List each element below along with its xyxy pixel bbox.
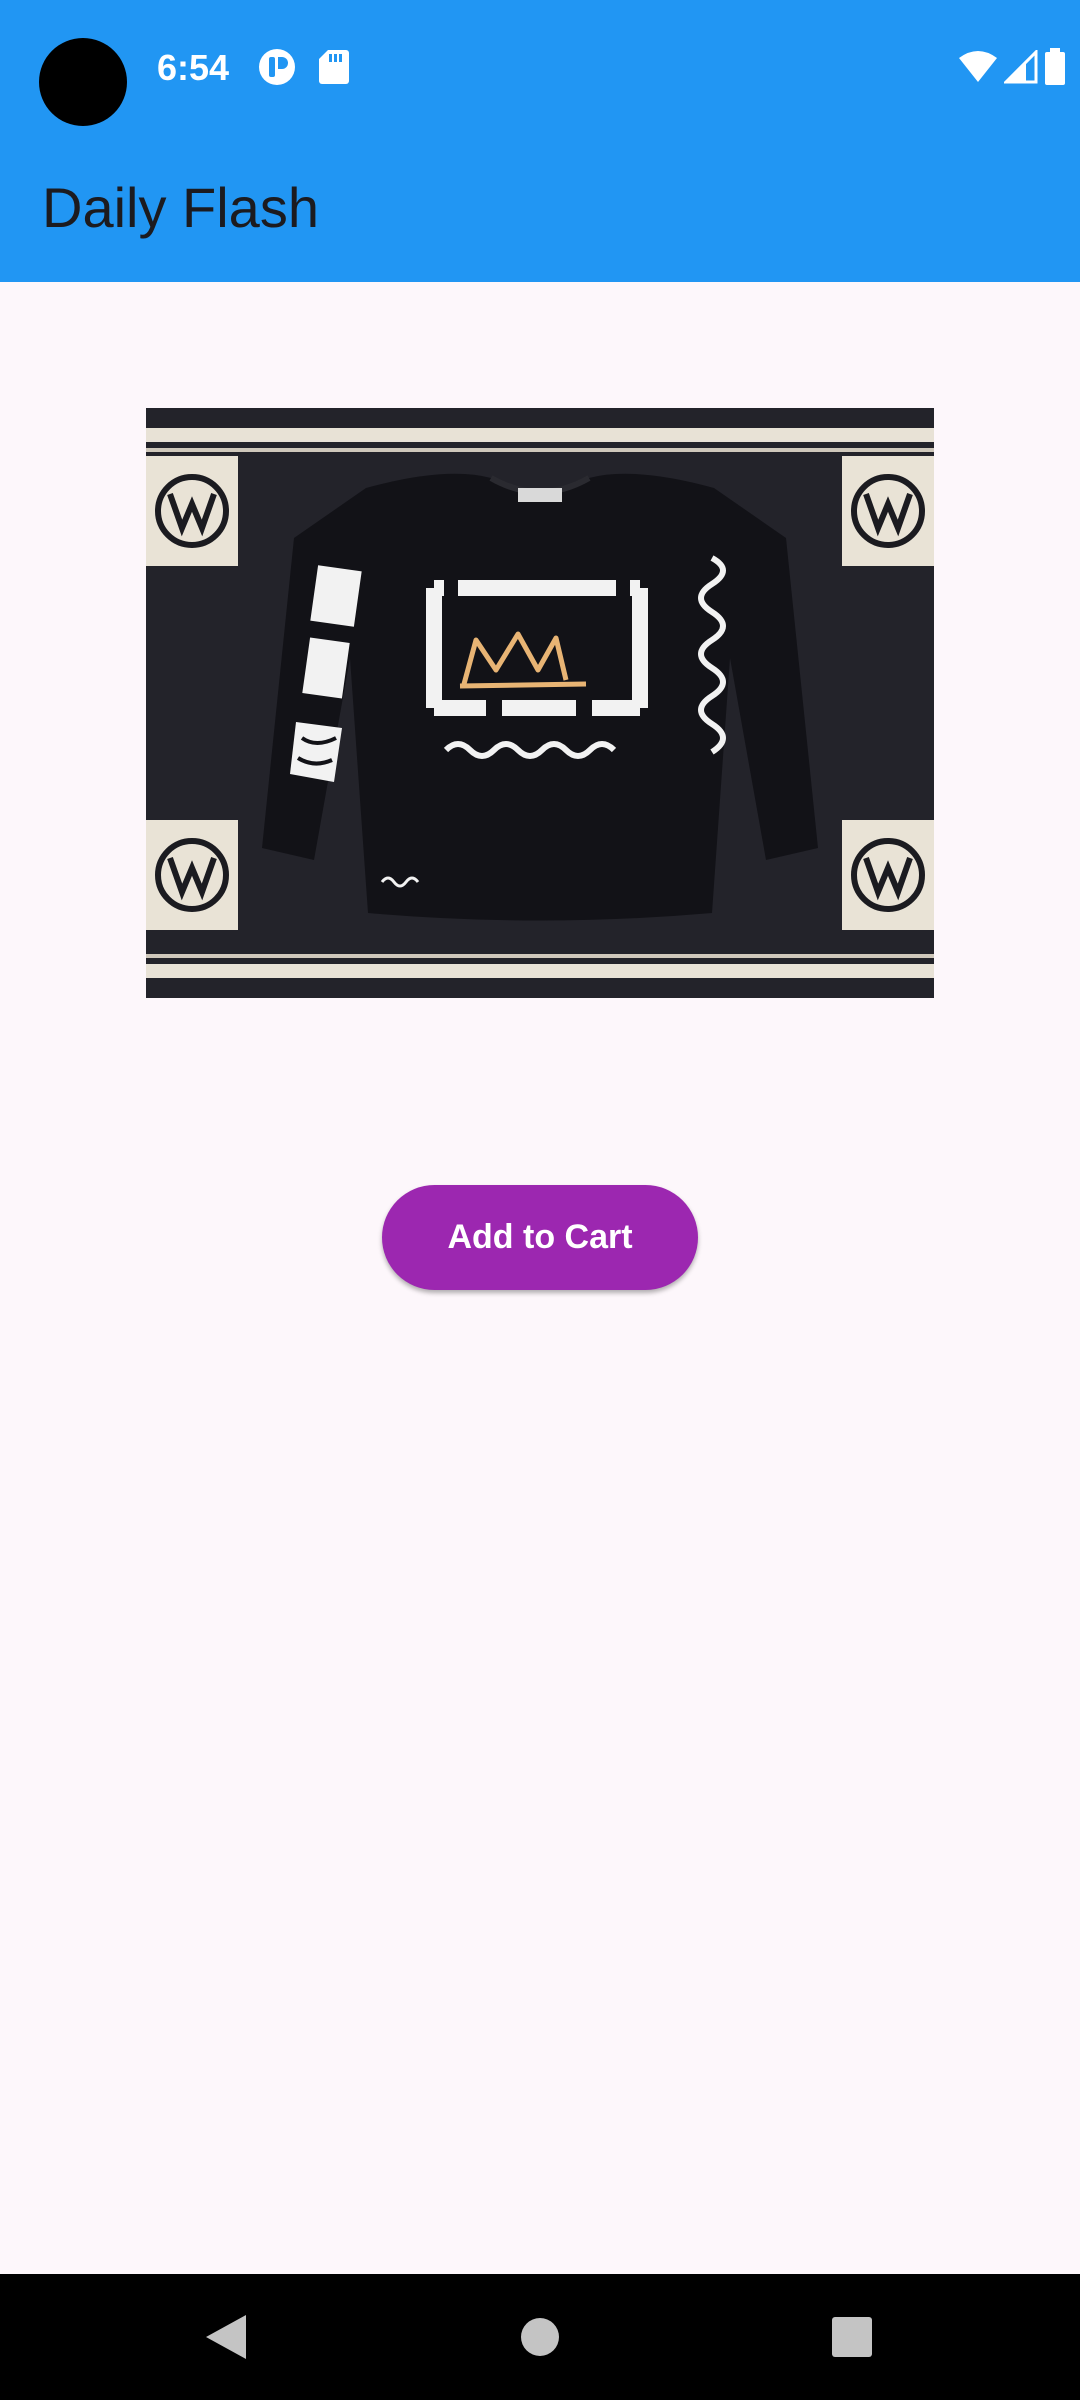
wifi-icon bbox=[959, 51, 997, 82]
home-button[interactable] bbox=[470, 2274, 610, 2400]
add-to-cart-button[interactable]: Add to Cart bbox=[382, 1185, 698, 1290]
system-navigation-bar bbox=[0, 2274, 1080, 2400]
battery-icon bbox=[1045, 48, 1065, 85]
back-button[interactable] bbox=[156, 2274, 296, 2400]
back-icon bbox=[206, 2315, 246, 2359]
status-icons-right bbox=[958, 48, 1066, 86]
page-title: Daily Flash bbox=[42, 176, 319, 239]
status-time: 6:54 bbox=[157, 47, 230, 88]
app-bar: 6:54 Daily Flash bbox=[0, 0, 1080, 282]
sd-card-icon bbox=[319, 50, 349, 84]
signal-icon bbox=[1004, 50, 1038, 84]
home-icon bbox=[521, 2318, 559, 2356]
product-image bbox=[146, 408, 934, 998]
recents-icon bbox=[832, 2317, 872, 2357]
app-notification-icon bbox=[259, 49, 295, 85]
recents-button[interactable] bbox=[782, 2274, 922, 2400]
camera-cutout bbox=[39, 38, 127, 126]
